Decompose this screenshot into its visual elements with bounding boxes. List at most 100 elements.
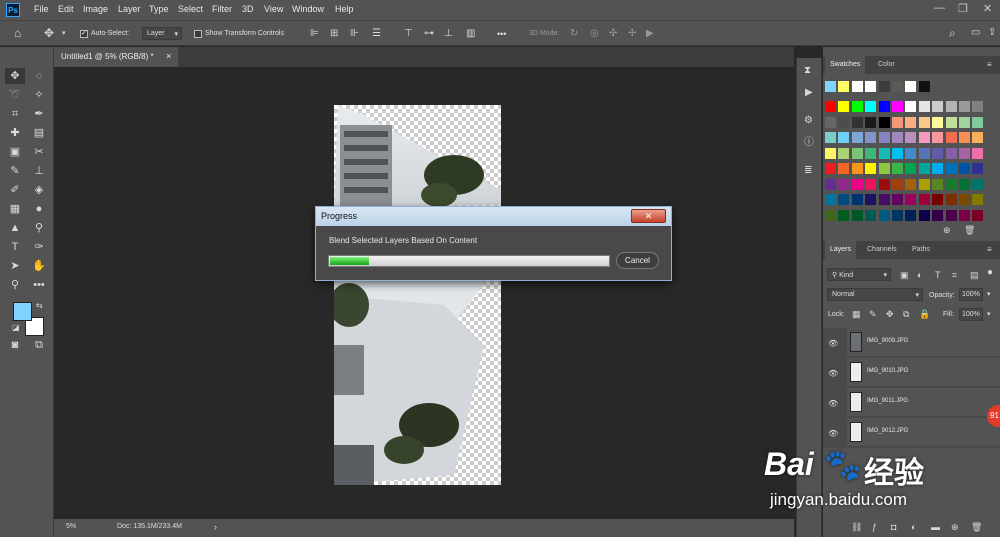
color-swatch[interactable]: [838, 147, 849, 159]
align-right-icon[interactable]: ⊪: [350, 29, 359, 39]
menu-filter[interactable]: Filter: [212, 4, 232, 14]
color-swatch[interactable]: [905, 132, 916, 143]
visibility-eye-icon[interactable]: 👁: [828, 339, 838, 348]
patch-tool[interactable]: ▤: [29, 125, 49, 141]
color-swatch[interactable]: [879, 101, 890, 112]
color-swatch[interactable]: [959, 163, 970, 174]
color-swatch[interactable]: [892, 101, 903, 112]
auto-select-target-dropdown[interactable]: Layer ▾: [142, 27, 182, 40]
camera-3d-icon[interactable]: ▶: [646, 29, 654, 39]
layer-row[interactable]: IMG_9010.JPG: [847, 358, 1000, 387]
menu-3d[interactable]: 3D: [242, 4, 254, 14]
color-swatch[interactable]: [919, 163, 930, 174]
align-vcenter-icon[interactable]: ⊶: [424, 29, 434, 39]
color-swatch[interactable]: [852, 163, 863, 174]
quick-mask-icon[interactable]: ◙: [5, 337, 25, 353]
lock-all-icon[interactable]: 🔒: [919, 309, 930, 319]
color-swatch[interactable]: [972, 147, 983, 159]
swap-colors-icon[interactable]: ⇆: [36, 301, 43, 311]
zoom-level[interactable]: 5%: [66, 523, 76, 530]
color-swatch[interactable]: [879, 147, 890, 159]
new-swatch-icon[interactable]: ⊕: [943, 225, 951, 235]
color-swatch[interactable]: [972, 194, 983, 205]
cancel-button[interactable]: Cancel: [616, 252, 659, 269]
minimize-button[interactable]: —: [934, 2, 945, 14]
filter-adjustment-icon[interactable]: ◐: [917, 270, 922, 280]
color-swatch[interactable]: [825, 116, 836, 128]
panel-menu-icon[interactable]: ≡: [987, 245, 992, 255]
dialog-close-button[interactable]: ✕: [631, 209, 666, 223]
color-swatch[interactable]: [972, 163, 983, 174]
lock-pixels-icon[interactable]: ✎: [869, 309, 877, 319]
filter-type-icon[interactable]: T: [935, 270, 941, 280]
color-swatch[interactable]: [905, 209, 916, 221]
filter-smart-object-icon[interactable]: ▤: [970, 270, 979, 280]
color-swatch[interactable]: [919, 132, 930, 143]
color-swatch[interactable]: [879, 178, 890, 190]
move-tool[interactable]: ✥: [5, 68, 25, 84]
magic-wand-tool[interactable]: ✧: [29, 87, 49, 103]
color-swatch[interactable]: [852, 194, 863, 205]
color-swatch[interactable]: [865, 147, 876, 159]
workspace-icon[interactable]: ▭: [971, 28, 980, 38]
filter-toggle-icon[interactable]: ●: [987, 268, 993, 278]
document-canvas[interactable]: [334, 105, 501, 485]
pen-tool[interactable]: ✑: [29, 239, 49, 255]
align-bottom-icon[interactable]: ⊥: [444, 29, 453, 39]
color-swatch[interactable]: [825, 101, 836, 112]
color-swatch[interactable]: [919, 116, 930, 128]
color-swatch[interactable]: [879, 209, 890, 221]
recent-swatch[interactable]: [905, 81, 916, 92]
close-tab-icon[interactable]: ×: [166, 51, 171, 61]
lock-artboard-icon[interactable]: ⧉: [903, 309, 909, 319]
chevron-down-icon[interactable]: ▾: [62, 29, 66, 39]
recent-swatch[interactable]: [879, 81, 890, 92]
crop-tool[interactable]: ⌗: [5, 106, 25, 122]
menu-type[interactable]: Type: [149, 4, 169, 14]
filter-pixel-icon[interactable]: ▣: [900, 270, 909, 280]
visibility-eye-icon[interactable]: 👁: [828, 369, 838, 378]
auto-select-checkbox[interactable]: ✓: [80, 30, 88, 38]
color-swatch[interactable]: [838, 194, 849, 205]
brush-tool[interactable]: ✎: [5, 163, 25, 179]
info-panel-icon[interactable]: ⓘ: [804, 138, 814, 148]
layer-row[interactable]: IMG_9009.JPG: [847, 328, 1000, 357]
drag-3d-icon[interactable]: ✣: [609, 29, 617, 39]
color-swatch[interactable]: [838, 116, 849, 128]
color-swatch[interactable]: [932, 116, 943, 128]
color-swatch[interactable]: [892, 178, 903, 190]
color-swatch[interactable]: [946, 132, 957, 143]
new-layer-icon[interactable]: ⊕: [951, 522, 959, 532]
color-swatch[interactable]: [959, 178, 970, 190]
color-swatch[interactable]: [838, 132, 849, 143]
color-swatch[interactable]: [959, 101, 970, 112]
layer-row[interactable]: IMG_9011.JPG: [847, 388, 1000, 417]
color-swatch[interactable]: [865, 101, 876, 112]
menu-file[interactable]: File: [34, 4, 49, 14]
tab-channels[interactable]: Channels: [862, 241, 902, 259]
color-swatch[interactable]: [932, 209, 943, 221]
scissors-tool[interactable]: ✂: [29, 144, 49, 160]
menu-window[interactable]: Window: [292, 4, 324, 14]
screen-mode-icon[interactable]: ⧉: [29, 337, 49, 353]
menu-edit[interactable]: Edit: [58, 4, 74, 14]
path-selection-tool[interactable]: ➤: [5, 258, 25, 274]
color-swatch[interactable]: [959, 209, 970, 221]
more-tools-button[interactable]: •••: [29, 277, 49, 293]
color-swatch[interactable]: [865, 132, 876, 143]
align-left-icon[interactable]: ⊫: [310, 29, 319, 39]
new-group-icon[interactable]: ▬: [931, 522, 940, 532]
chevron-down-icon[interactable]: ▾: [987, 310, 991, 320]
menu-view[interactable]: View: [264, 4, 283, 14]
move-tool-icon[interactable]: ✥: [44, 27, 54, 39]
slide-3d-icon[interactable]: ✢: [628, 29, 636, 39]
color-swatch[interactable]: [919, 194, 930, 205]
color-swatch[interactable]: [932, 147, 943, 159]
color-swatch[interactable]: [825, 178, 836, 190]
color-swatch[interactable]: [946, 209, 957, 221]
zoom-tool[interactable]: ⚲: [5, 277, 25, 293]
color-swatch[interactable]: [852, 101, 863, 112]
color-swatch[interactable]: [852, 178, 863, 190]
color-swatch[interactable]: [838, 209, 849, 221]
color-swatch[interactable]: [959, 147, 970, 159]
